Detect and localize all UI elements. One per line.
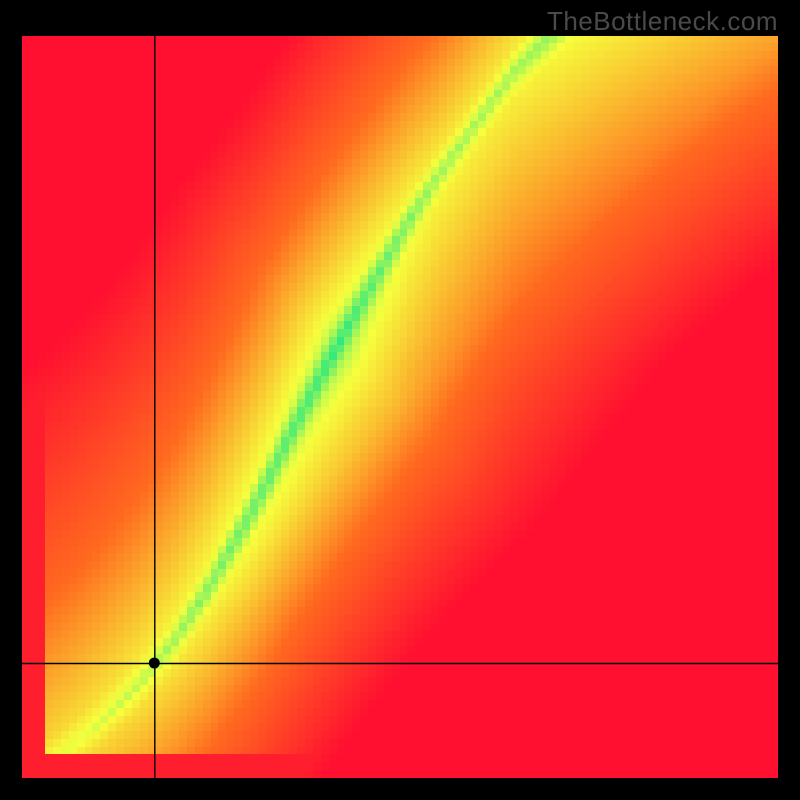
chart-frame: TheBottleneck.com xyxy=(0,0,800,800)
bottleneck-heatmap-canvas xyxy=(22,36,778,778)
watermark-text: TheBottleneck.com xyxy=(547,6,778,37)
